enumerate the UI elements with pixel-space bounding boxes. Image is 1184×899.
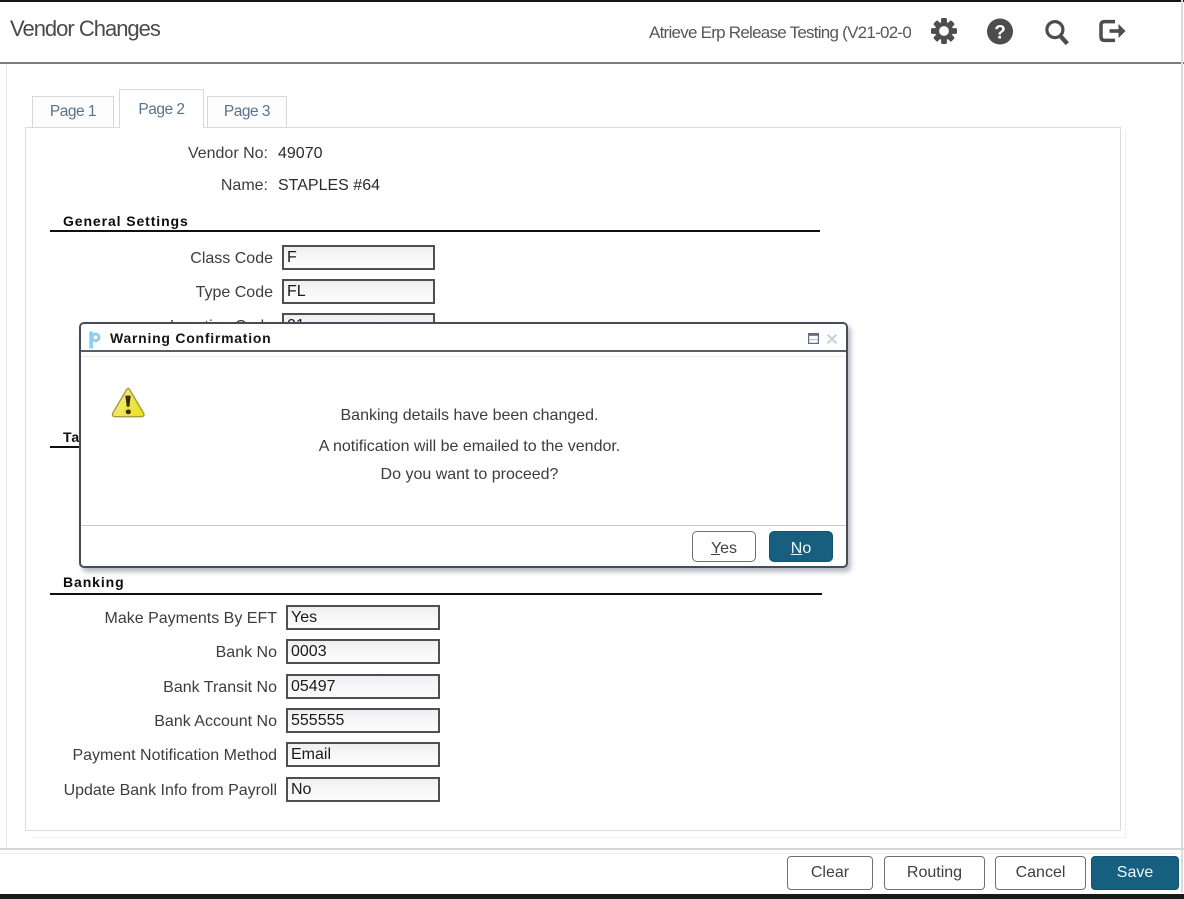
svg-text:?: ? [994, 23, 1006, 44]
